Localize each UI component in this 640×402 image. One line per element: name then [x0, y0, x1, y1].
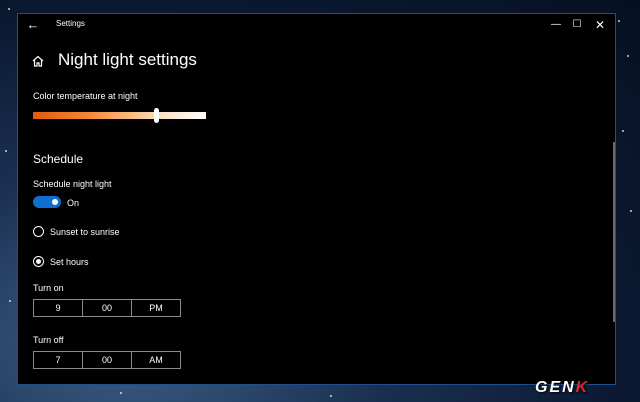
- settings-window: ← Settings — ☐ ✕ Night light settings Co…: [17, 13, 616, 385]
- minimize-icon[interactable]: —: [547, 16, 565, 34]
- color-temperature-label: Color temperature at night: [33, 91, 138, 101]
- home-icon[interactable]: [31, 54, 45, 68]
- radio-set-hours[interactable]: [33, 256, 44, 267]
- turn-off-period[interactable]: AM: [132, 352, 180, 368]
- schedule-heading: Schedule: [33, 152, 84, 166]
- turn-on-hour[interactable]: 9: [34, 300, 83, 316]
- turn-off-hour[interactable]: 7: [34, 352, 83, 368]
- turn-on-period[interactable]: PM: [132, 300, 180, 316]
- title-bar: ← Settings — ☐ ✕: [18, 14, 615, 36]
- radio-sunset-to-sunrise[interactable]: [33, 226, 44, 237]
- schedule-night-light-label: Schedule night light: [33, 179, 112, 189]
- turn-on-minute[interactable]: 00: [83, 300, 132, 316]
- maximize-icon[interactable]: ☐: [568, 16, 586, 34]
- color-temperature-slider[interactable]: [33, 108, 206, 123]
- sunset-to-sunrise-label[interactable]: Sunset to sunrise: [50, 227, 120, 237]
- back-arrow-icon[interactable]: ←: [25, 17, 41, 33]
- scrollbar[interactable]: [613, 142, 615, 322]
- turn-off-time-picker[interactable]: 7 00 AM: [33, 351, 181, 369]
- toggle-knob: [52, 199, 58, 205]
- close-icon[interactable]: ✕: [591, 16, 609, 34]
- set-hours-label[interactable]: Set hours: [50, 257, 89, 267]
- window-title: Settings: [56, 19, 85, 28]
- page-title: Night light settings: [58, 50, 197, 69]
- radio-selected-dot: [36, 259, 41, 264]
- turn-off-label: Turn off: [33, 335, 64, 345]
- turn-on-time-picker[interactable]: 9 00 PM: [33, 299, 181, 317]
- toggle-state-label: On: [67, 198, 80, 208]
- watermark-logo: GENK: [535, 379, 590, 396]
- slider-thumb[interactable]: [153, 108, 159, 123]
- turn-on-label: Turn on: [33, 283, 64, 293]
- schedule-toggle[interactable]: [33, 196, 61, 208]
- turn-off-minute[interactable]: 00: [83, 352, 132, 368]
